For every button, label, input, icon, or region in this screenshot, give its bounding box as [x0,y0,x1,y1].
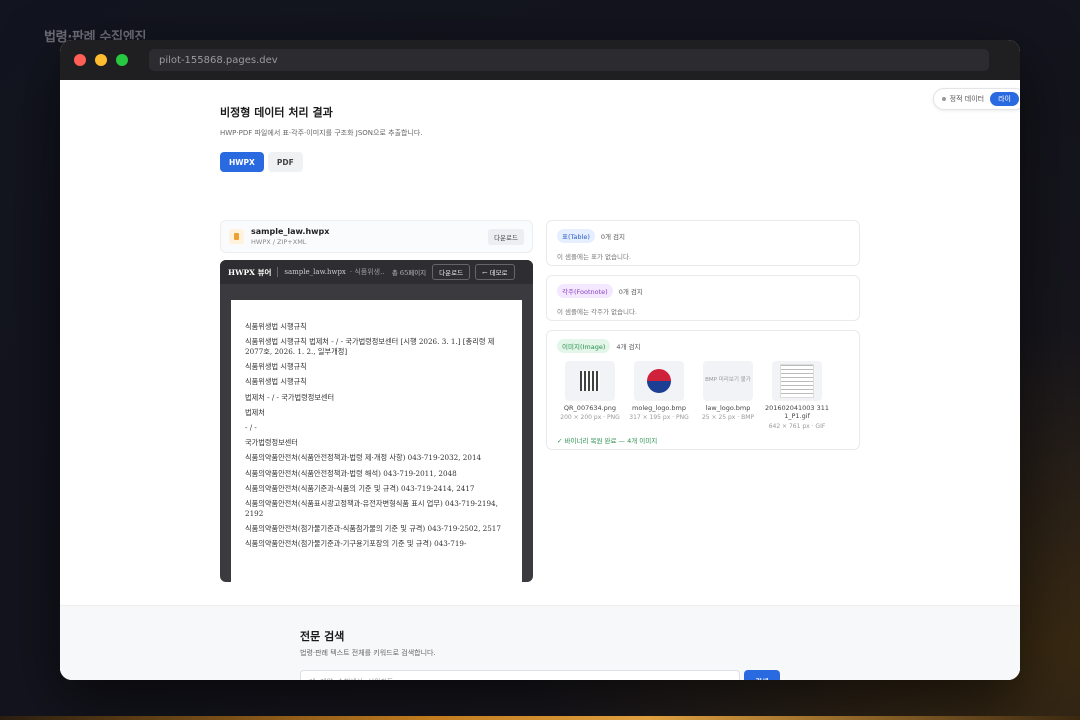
image-meta: 25 × 25 px · BMP [701,414,754,422]
close-window-button[interactable] [74,54,86,66]
image-thumbnails: QR_007634.png 200 × 200 px · PNG moleg_l… [557,361,849,430]
viewer-doc-title: · 식품위생… [349,268,384,276]
tab-hwpx[interactable]: HWPX [220,152,264,172]
toggle-active-option[interactable]: 라이 [990,92,1019,106]
file-icon [229,229,244,244]
images-count: 4개 검지 [616,343,641,351]
qr-code-icon [580,371,600,391]
doc-line: 식품위생법 시행규칙 [245,322,307,331]
results-header: 비정형 데이터 처리 결과 HWP·PDF 파일에서 표·각주·이미지를 구조화… [220,98,860,172]
doc-line: 식품의약품안전처(식품안전정책과-법령 해석) 043-719-2011, 20… [245,468,457,478]
data-mode-toggle[interactable]: 정적 데이터 라이 [932,88,1020,110]
doc-line: - / - [245,423,257,433]
viewer-title: HWPX 뷰어 [228,267,272,277]
doc-line: 식품의약품안전처(첨가물기준과-기구용기포장의 기준 및 규격) 043-719… [245,539,467,549]
image-preview [772,361,822,401]
image-meta: 317 × 195 px · PNG [629,414,689,422]
page-content: 정적 데이터 라이 비정형 데이터 처리 결과 HWP·PDF 파일에서 표·각… [60,80,1020,680]
tab-pdf[interactable]: PDF [267,152,303,172]
tables-card: 표(Table) 0개 검지 이 샘플에는 표가 없습니다. [546,220,860,266]
image-meta: 200 × 200 px · PNG [560,414,620,422]
image-name: moleg_logo.bmp [632,404,686,412]
document-thumb-icon [780,364,814,398]
viewer-download-button[interactable]: 다운로드 [432,264,471,280]
format-tabs: HWPX PDF [220,152,860,172]
footnotes-count: 0개 검지 [618,288,643,296]
restore-status: ✓ 바이너리 복원 완료 — 4개 이미지 [557,436,658,445]
tables-badge: 표(Table) [557,229,595,243]
image-item[interactable]: QR_007634.png 200 × 200 px · PNG [557,361,623,430]
file-download-button[interactable]: 다운로드 [488,228,524,245]
minimize-window-button[interactable] [95,54,107,66]
footnotes-badge: 각주(Footnote) [557,284,613,298]
doc-line: 식품위생법 시행규칙 [245,362,307,372]
doc-line: 식품위생법 시행규칙 법제처 - / - 국가법령정보센터 [시행 2026. … [245,337,495,356]
hwpx-viewer: HWPX 뷰어 sample_law.hwpx · 식품위생… 총 65페이지 … [220,260,533,582]
taegeuk-logo-icon [647,369,671,393]
doc-line: 식품의약품안전처(식품표시광고정책과-유전자변형식품 표시 업무) 043-71… [245,499,498,518]
maximize-window-button[interactable] [116,54,128,66]
image-item[interactable]: 201602041003 3111_P1.gif 642 × 761 px · … [764,361,830,430]
doc-line: 식품의약품안전처(첨가물기준과-식품첨가물의 기준 및 규격) 043-719-… [245,524,501,534]
image-meta: 642 × 761 px · GIF [768,422,826,430]
window-titlebar: pilot-155868.pages.dev [60,40,1020,80]
document-page: 식품위생법 시행규칙 식품위생법 시행규칙 법제처 - / - 국가법령정보센터… [231,300,522,582]
search-subtitle: 법령·판례 텍스트 전체를 키워드로 검색합니다. [300,649,436,657]
status-dot-icon [941,97,946,101]
image-item[interactable]: BMP 미리보기 불가 law_logo.bmp 25 × 25 px · BM… [695,361,761,430]
search-button[interactable]: 검색 [744,670,780,680]
images-card: 이미지(Image) 4개 검지 QR_007634.png 200 × 200… [546,330,860,450]
browser-window: pilot-155868.pages.dev 정적 데이터 라이 비정형 데이터… [60,40,1020,680]
image-name: QR_007634.png [563,404,617,412]
footnotes-card: 각주(Footnote) 0개 검지 이 샘플에는 각주가 없습니다. [546,275,860,321]
file-card: sample_law.hwpx HWPX / ZIP+XML 다운로드 [220,220,533,253]
bottom-accent-bar [0,716,1080,720]
doc-line: 식품의약품안전처(식품기준과-식품의 기준 및 규격) 043-719-2414… [245,483,475,493]
image-preview [634,361,684,401]
bmp-placeholder-icon: BMP 미리보기 불가 [705,377,751,384]
search-input[interactable]: 예: 계약, 손해배상, 선의취득 [300,670,740,680]
file-meta: HWPX / ZIP+XML [251,238,307,246]
doc-line: 법제처 [245,407,265,417]
viewer-toolbar: HWPX 뷰어 sample_law.hwpx · 식품위생… 총 65페이지 … [220,260,533,284]
footnotes-note: 이 샘플에는 각주가 없습니다. [557,308,638,316]
images-badge: 이미지(Image) [557,339,611,353]
back-to-demo-button[interactable]: ← 데모로 [475,264,515,280]
image-name: law_logo.bmp [705,404,751,412]
file-name: sample_law.hwpx [251,227,330,236]
viewer-divider [277,267,279,277]
image-preview: BMP 미리보기 불가 [703,361,753,401]
viewer-page-count: 총 65페이지 [391,269,427,277]
image-preview [565,361,615,401]
image-item[interactable]: moleg_logo.bmp 317 × 195 px · PNG [626,361,692,430]
doc-line: 식품위생법 시행규칙 [245,377,307,387]
section-title: 비정형 데이터 처리 결과 [220,106,333,119]
tables-note: 이 샘플에는 표가 없습니다. [557,253,632,261]
fulltext-search-section: 전문 검색 법령·판례 텍스트 전체를 키워드로 검색합니다. 예: 계약, 손… [60,605,1020,680]
tables-count: 0개 검지 [600,233,626,241]
viewer-file-name: sample_law.hwpx [284,268,346,276]
doc-line: 국가법령정보센터 [245,438,298,448]
doc-line: 식품의약품안전처(식품안전정책과-법령 제·개정 사항) 043-719-203… [245,453,482,463]
address-bar[interactable]: pilot-155868.pages.dev [149,49,989,71]
search-title: 전문 검색 [300,630,345,643]
section-subtitle: HWP·PDF 파일에서 표·각주·이미지를 구조화 JSON으로 추출합니다. [220,129,423,137]
doc-line: 법제처 - / - 국가법령정보센터 [245,392,335,402]
image-name: 201602041003 3111_P1.gif [764,404,830,421]
toggle-label: 정적 데이터 [949,95,985,103]
